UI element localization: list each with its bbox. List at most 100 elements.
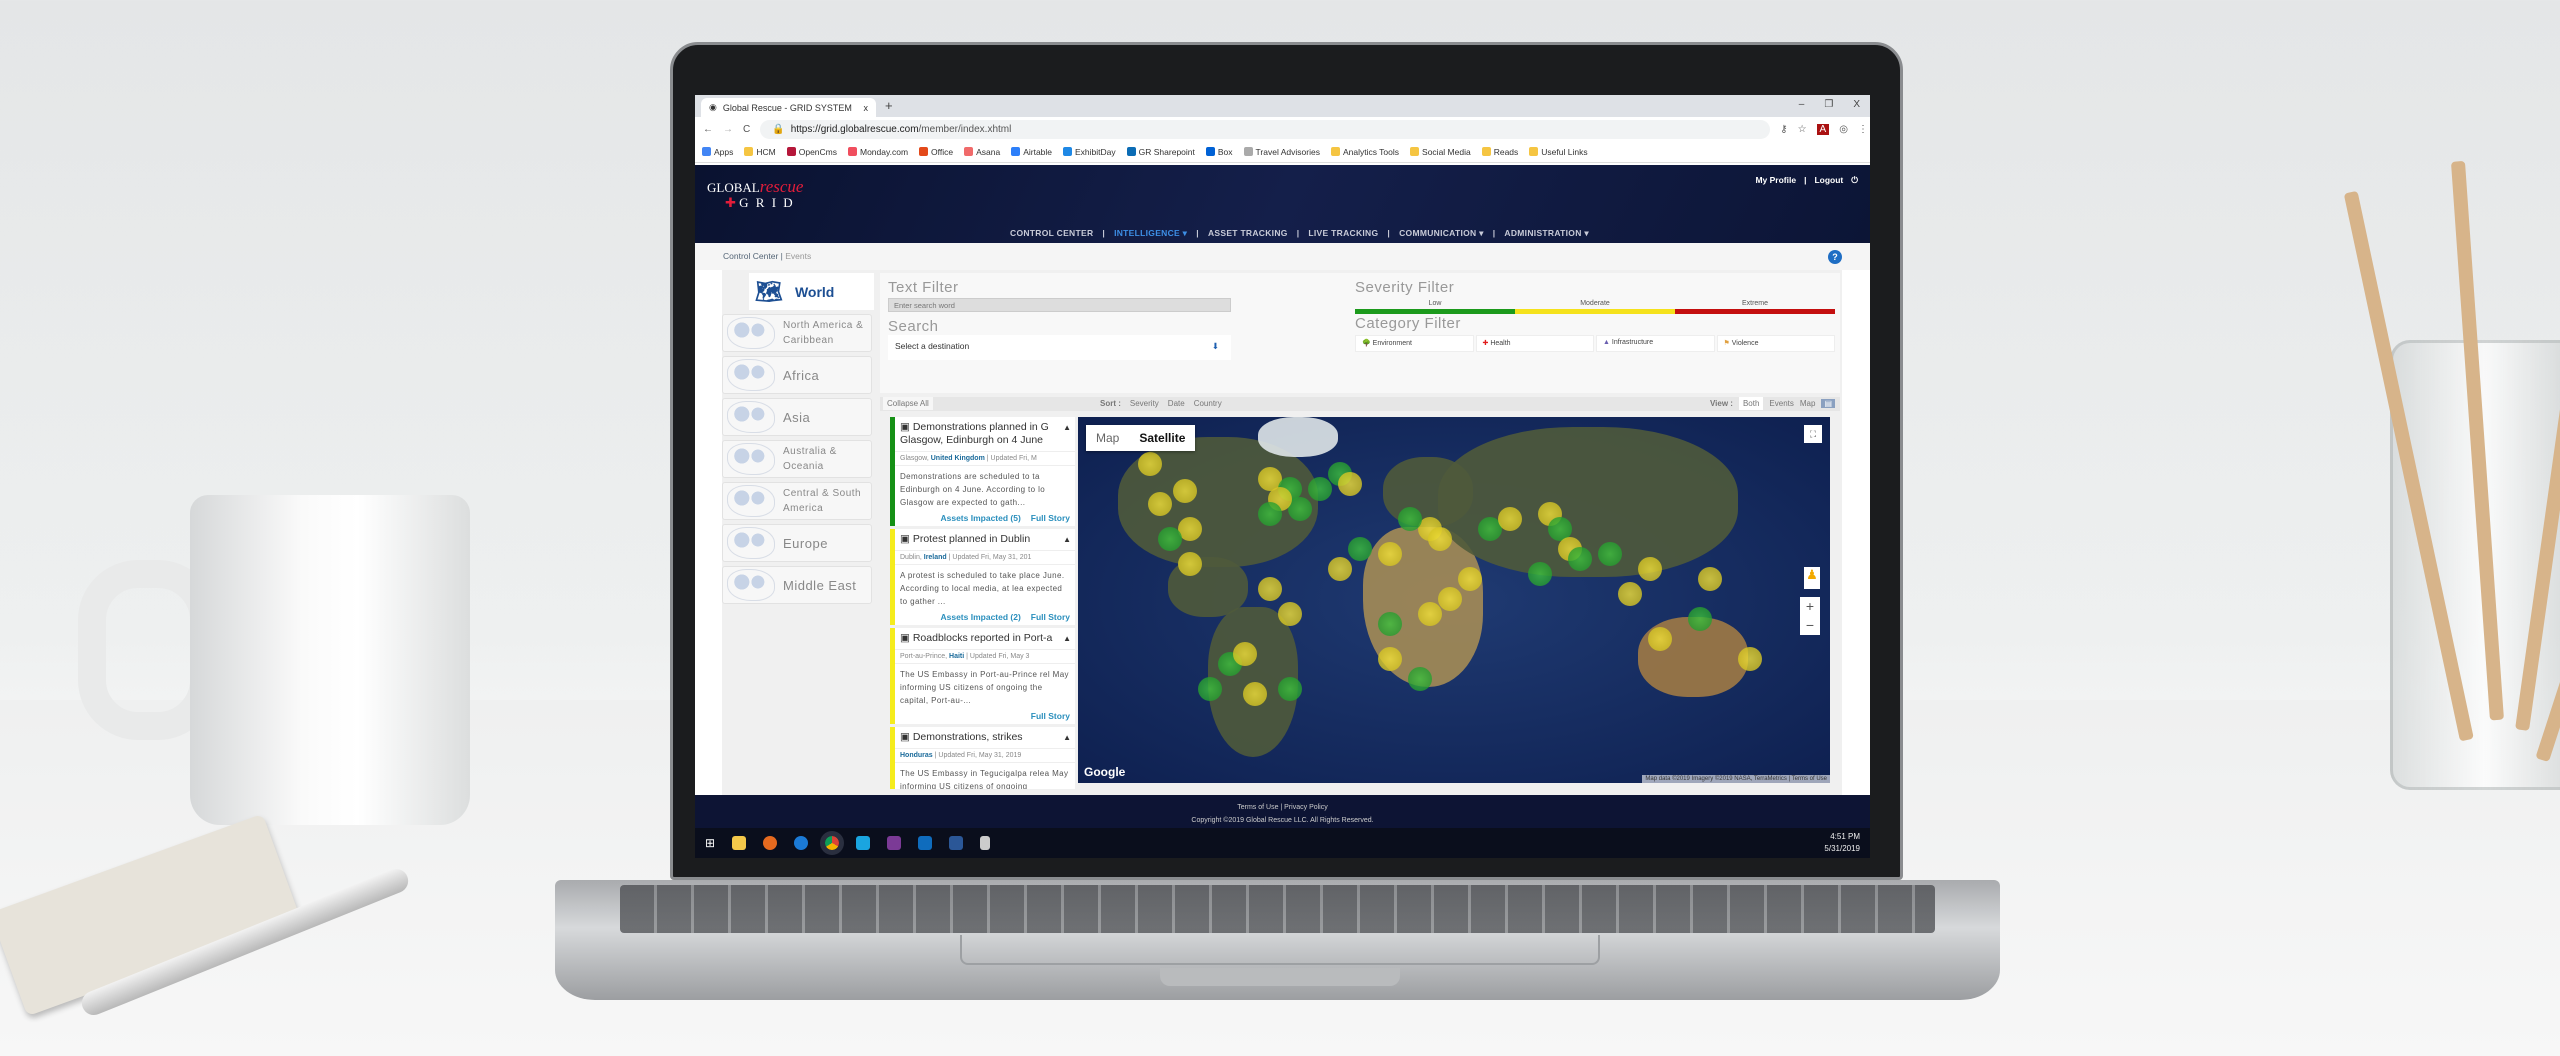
close-window-button[interactable]: X <box>1853 99 1860 110</box>
back-icon[interactable]: ← <box>703 124 713 135</box>
bookmark-item[interactable]: Box <box>1205 147 1233 157</box>
bookmark-item[interactable]: Useful Links <box>1529 147 1588 157</box>
event-marker[interactable] <box>1688 607 1712 631</box>
bookmark-item[interactable]: Asana <box>964 147 1000 157</box>
severity-level[interactable]: Low <box>1355 300 1515 314</box>
event-country[interactable]: Ireland <box>924 554 947 561</box>
pegman-icon[interactable]: ♟ <box>1804 567 1820 589</box>
event-marker[interactable] <box>1638 557 1662 581</box>
star-icon[interactable]: ☆ <box>1798 124 1807 135</box>
nav-item[interactable]: LIVE TRACKING <box>1308 228 1378 239</box>
event-marker[interactable] <box>1348 537 1372 561</box>
account-icon[interactable]: ◎ <box>1839 124 1848 135</box>
severity-level[interactable]: Moderate <box>1515 300 1675 314</box>
event-card[interactable]: ▣ Demonstrations, strikes ▲ Honduras | Up… <box>890 727 1075 789</box>
bookmark-item[interactable]: ExhibitDay <box>1063 147 1116 157</box>
region-item[interactable]: Australia & Oceania <box>722 440 872 478</box>
map-type-satellite[interactable]: Satellite <box>1129 425 1195 451</box>
word-icon[interactable] <box>949 836 964 850</box>
event-marker[interactable] <box>1618 582 1642 606</box>
full-story-link[interactable]: Full Story <box>1031 513 1070 523</box>
event-marker[interactable] <box>1278 602 1302 626</box>
severity-level[interactable]: Extreme <box>1675 300 1835 314</box>
event-marker[interactable] <box>1328 557 1352 581</box>
zoom-in-button[interactable]: + <box>1800 597 1820 616</box>
event-marker[interactable] <box>1598 542 1622 566</box>
bookmark-item[interactable]: Social Media <box>1410 147 1471 157</box>
region-item[interactable]: North America & Caribbean <box>722 314 872 352</box>
event-country[interactable]: Haiti <box>949 653 964 660</box>
bookmark-item[interactable]: HCM <box>744 147 776 157</box>
firefox-icon[interactable] <box>763 836 778 850</box>
event-title[interactable]: Roadblocks reported in Port-a <box>913 632 1053 644</box>
event-card[interactable]: ▣ Roadblocks reported in Port-a ▲ Port-au-… <box>890 628 1075 724</box>
my-profile-link[interactable]: My Profile <box>1755 175 1796 186</box>
file-explorer-icon[interactable] <box>732 836 747 850</box>
zoom-out-button[interactable]: − <box>1800 616 1820 635</box>
forward-icon[interactable]: → <box>723 124 733 135</box>
power-icon[interactable]: ⏻ <box>1851 175 1858 186</box>
event-marker[interactable] <box>1378 612 1402 636</box>
assets-impacted-link[interactable]: Assets Impacted (5) <box>940 513 1020 523</box>
event-card[interactable]: ▣ Protest planned in Dublin ▲ Dublin, Irel… <box>890 529 1075 625</box>
close-tab-icon[interactable]: x <box>864 103 869 113</box>
bookmark-item[interactable]: Reads <box>1481 147 1518 157</box>
bookmark-item[interactable]: Office <box>919 147 953 157</box>
event-marker[interactable] <box>1173 479 1197 503</box>
event-marker[interactable] <box>1738 647 1762 671</box>
event-marker[interactable] <box>1378 542 1402 566</box>
view-option[interactable]: Events <box>1769 399 1793 408</box>
event-marker[interactable] <box>1408 667 1432 691</box>
windows-start-icon[interactable]: ⊞ <box>705 836 715 850</box>
outlook-icon[interactable] <box>918 836 933 850</box>
event-marker[interactable] <box>1528 562 1552 586</box>
event-marker[interactable] <box>1198 677 1222 701</box>
collapse-all-button[interactable]: Collapse All <box>883 397 933 410</box>
event-marker[interactable] <box>1258 502 1282 526</box>
collapse-arrow-icon[interactable]: ▲ <box>1063 632 1071 645</box>
key-icon[interactable]: ⚷ <box>1780 124 1787 135</box>
event-map[interactable]: Map Satellite ⛶ ♟ + − Google Map data ©20… <box>1078 417 1830 783</box>
event-marker[interactable] <box>1378 647 1402 671</box>
event-marker[interactable] <box>1148 492 1172 516</box>
chrome-icon[interactable] <box>820 831 845 855</box>
event-marker[interactable] <box>1428 527 1452 551</box>
full-story-link[interactable]: Full Story <box>1031 612 1070 622</box>
new-tab-button[interactable]: + <box>885 98 893 113</box>
region-item[interactable]: Middle East <box>722 566 872 604</box>
event-marker[interactable] <box>1568 547 1592 571</box>
event-marker[interactable] <box>1278 677 1302 701</box>
bookmark-item[interactable]: Analytics Tools <box>1330 147 1399 157</box>
sort-option[interactable]: Country <box>1194 399 1222 408</box>
collapse-arrow-icon[interactable]: ▲ <box>1063 731 1071 744</box>
bookmark-item[interactable]: Monday.com <box>848 147 908 157</box>
full-story-link[interactable]: Full Story <box>1031 711 1070 721</box>
pdf-extension-icon[interactable]: A <box>1816 124 1830 135</box>
event-marker[interactable] <box>1458 567 1482 591</box>
bookmark-item[interactable]: OpenCms <box>786 147 837 157</box>
bookmark-item[interactable]: GR Sharepoint <box>1126 147 1195 157</box>
help-icon[interactable]: ? <box>1828 250 1842 264</box>
skype-icon[interactable] <box>856 836 871 850</box>
sort-option[interactable]: Severity <box>1130 399 1159 408</box>
region-item[interactable]: Asia <box>722 398 872 436</box>
event-marker[interactable] <box>1698 567 1722 591</box>
sort-option[interactable]: Date <box>1168 399 1185 408</box>
nav-item[interactable]: INTELLIGENCE ▾ <box>1114 228 1187 239</box>
minimize-button[interactable]: – <box>1799 99 1805 110</box>
region-item[interactable]: Africa <box>722 356 872 394</box>
event-marker[interactable] <box>1648 627 1672 651</box>
event-marker[interactable] <box>1138 452 1162 476</box>
text-filter-input[interactable]: Enter search word <box>888 298 1231 312</box>
onenote-icon[interactable] <box>887 836 902 850</box>
event-title[interactable]: Demonstrations planned in G Glasgow, Edi… <box>900 421 1049 446</box>
event-country[interactable]: United Kingdom <box>931 455 985 462</box>
event-card[interactable]: ▣ Demonstrations planned in G Glasgow, E… <box>890 417 1075 526</box>
menu-icon[interactable]: ⋮ <box>1858 124 1868 135</box>
reload-icon[interactable]: C <box>743 124 750 135</box>
event-marker[interactable] <box>1158 527 1182 551</box>
logout-link[interactable]: Logout <box>1814 175 1843 186</box>
event-marker[interactable] <box>1178 552 1202 576</box>
footer-links[interactable]: Terms of Use | Privacy Policy <box>695 801 1870 814</box>
region-item[interactable]: Central & South America <box>722 482 872 520</box>
